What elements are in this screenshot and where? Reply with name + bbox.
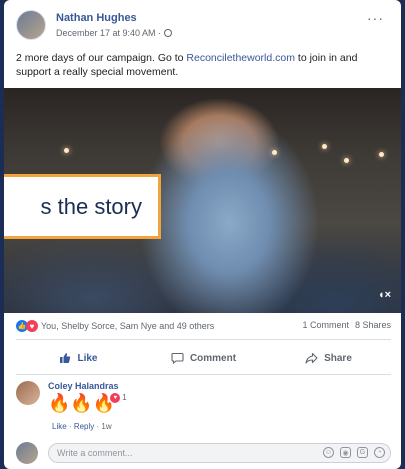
thumbs-up-icon	[60, 353, 71, 363]
share-count[interactable]: 8 Shares	[355, 320, 391, 330]
comment-body: 🔥🔥🔥 ♥ 1	[48, 393, 127, 413]
fire-emoji-text: 🔥🔥🔥	[48, 393, 116, 413]
gif-icon[interactable]: G	[357, 447, 368, 458]
post-stats: 👍 ♥ You, Shelby Sorce, Sam Nye and 49 ot…	[16, 320, 391, 334]
action-bar: Like Comment Share	[16, 345, 391, 371]
background-light	[64, 148, 69, 153]
love-reaction-icon: ♥	[26, 320, 38, 332]
comment-reply-link[interactable]: Reply	[74, 422, 94, 431]
comment-count[interactable]: 1 Comment	[302, 320, 349, 330]
like-label: Like	[77, 352, 98, 364]
more-options-button[interactable]: ···	[367, 10, 384, 26]
composer-tools: ☺ ◉ G ◔	[323, 447, 385, 458]
reaction-names: You, Shelby Sorce, Sam Nye and 49 others	[41, 321, 215, 331]
current-user-avatar	[16, 442, 38, 464]
post-text: 2 more days of our campaign. Go to Recon…	[16, 51, 391, 79]
background-light	[379, 152, 384, 157]
comment-label: Comment	[189, 352, 237, 364]
comment-reaction-count[interactable]: 1	[122, 389, 126, 407]
post-link[interactable]: Reconciletheworld.com	[186, 52, 295, 64]
background-light	[272, 150, 277, 155]
volume-icon[interactable]: ◖×	[378, 289, 391, 301]
commenter-name[interactable]: Coley Halandras	[48, 381, 119, 391]
post-header: Nathan Hughes December 17 at 9:40 AM · ·…	[16, 10, 386, 46]
reaction-summary[interactable]: 👍 ♥ You, Shelby Sorce, Sam Nye and 49 ot…	[16, 320, 214, 332]
comment-button[interactable]: Comment	[141, 345, 266, 371]
author-name[interactable]: Nathan Hughes	[56, 12, 137, 24]
post-card: Nathan Hughes December 17 at 9:40 AM · ·…	[4, 0, 401, 469]
emoji-icon[interactable]: ☺	[323, 447, 334, 458]
sticker-icon[interactable]: ◔	[374, 447, 385, 458]
post-text-before: 2 more days of our campaign. Go to	[16, 52, 187, 64]
comment-time: 1w	[101, 422, 112, 431]
comment-meta: Like · Reply · 1w	[52, 422, 112, 431]
background-light	[344, 158, 349, 163]
camera-icon[interactable]: ◉	[340, 447, 351, 458]
comment-composer: ☺ ◉ G ◔	[16, 442, 391, 464]
divider	[16, 374, 391, 375]
love-reaction-icon: ♥	[110, 393, 121, 403]
post-meta: December 17 at 9:40 AM ·	[56, 28, 173, 38]
like-button[interactable]: Like	[16, 345, 141, 371]
engagement-counts: 1 Comment 8 Shares	[302, 320, 391, 330]
commenter-avatar[interactable]	[16, 381, 40, 405]
share-button[interactable]: Share	[266, 345, 391, 371]
comment-bubble-icon	[171, 352, 184, 364]
post-timestamp[interactable]: December 17 at 9:40 AM ·	[56, 28, 161, 38]
author-avatar[interactable]	[16, 10, 46, 40]
share-arrow-icon	[305, 352, 318, 364]
background-light	[322, 144, 327, 149]
comment-like-link[interactable]: Like	[52, 422, 67, 431]
caption-overlay: s the story	[4, 174, 161, 239]
comment-item: Coley Halandras 🔥🔥🔥 ♥ 1 Like · Reply · 1…	[16, 381, 391, 431]
divider	[16, 339, 391, 340]
globe-icon	[164, 29, 173, 37]
share-label: Share	[324, 352, 352, 364]
